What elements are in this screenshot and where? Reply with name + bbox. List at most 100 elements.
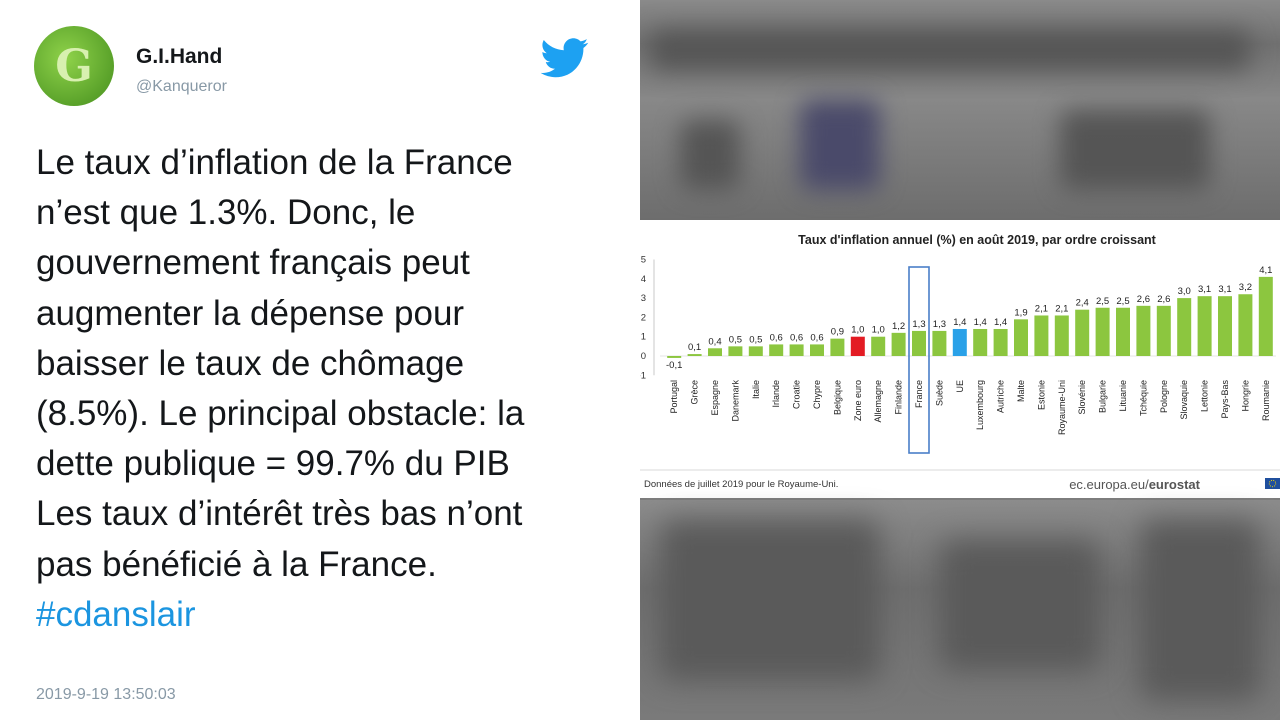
y-tick-label: 3 — [641, 293, 646, 304]
hashtag-link[interactable]: #cdanslair — [36, 590, 616, 640]
value-label: 0,6 — [810, 332, 823, 343]
tweet-line: augmenter la dépense pour — [36, 293, 465, 333]
category-label: Belgique — [832, 380, 842, 415]
highlight-box — [908, 266, 930, 454]
category-label: Pays-Bas — [1220, 380, 1230, 419]
bar-france — [912, 330, 926, 356]
y-tick-label: 4 — [641, 274, 646, 285]
tweet-line: gouvernement français peut — [36, 243, 470, 283]
value-label: 2,6 — [1137, 294, 1150, 305]
chart-title: Taux d'inflation annuel (%) en août 2019… — [798, 233, 1157, 247]
tweet-panel: G G.I.Hand @Kanqueror Le taux d’inflatio… — [0, 0, 640, 720]
category-label: Slovénie — [1077, 380, 1087, 415]
category-label: Chypre — [812, 380, 822, 409]
bar-malte — [1014, 319, 1028, 356]
blurred-background-top — [640, 0, 1280, 220]
value-label: 2,1 — [1035, 303, 1048, 314]
value-label: 1,3 — [912, 319, 925, 330]
value-label: 3,0 — [1178, 286, 1191, 297]
twitter-bird-icon[interactable] — [541, 38, 589, 78]
tweet-timestamp[interactable]: 2019-9-19 13:50:03 — [36, 686, 176, 704]
value-label: 0,6 — [770, 332, 783, 343]
value-label: 0,9 — [831, 327, 844, 338]
value-label: 1,0 — [851, 325, 864, 336]
category-label: Lettonie — [1200, 380, 1210, 412]
avatar[interactable]: G — [34, 26, 114, 106]
category-label: Irlande — [771, 380, 781, 408]
author-name[interactable]: G.I.Hand — [136, 45, 222, 69]
bar-lettonie — [1197, 296, 1212, 356]
bar-grèce — [687, 354, 702, 356]
category-label: Royaume-Uni — [1057, 380, 1067, 435]
bar-finlande — [891, 332, 906, 356]
category-label: Bulgarie — [1098, 380, 1108, 413]
bar-suède — [932, 330, 947, 356]
chart-footnote: Données de juillet 2019 pour le Royaume-… — [644, 479, 838, 490]
value-label: 1,0 — [872, 325, 885, 336]
category-label: Autriche — [996, 380, 1006, 413]
category-label: Finlande — [894, 380, 904, 415]
tweet-line: n’est que 1.3%. Donc, le — [36, 193, 416, 233]
source-brand: eurostat — [1149, 477, 1201, 492]
chart-svg: Taux d'inflation annuel (%) en août 2019… — [640, 233, 1280, 492]
category-label: Hongrie — [1240, 380, 1250, 412]
value-label: 1,4 — [974, 317, 987, 328]
bar-luxembourg — [973, 328, 988, 356]
value-label: 3,1 — [1218, 284, 1231, 295]
y-tick-label: 2 — [641, 312, 646, 323]
category-label: Allemagne — [873, 380, 883, 423]
category-label: UE — [955, 380, 965, 393]
value-label: 1,4 — [994, 317, 1007, 328]
category-label: Zone euro — [853, 380, 863, 421]
bar-italie — [748, 346, 763, 356]
media-panel[interactable]: Taux d'inflation annuel (%) en août 2019… — [640, 0, 1280, 720]
bar-belgique — [830, 338, 845, 356]
bar-hongrie — [1238, 294, 1253, 356]
category-label: Grèce — [690, 380, 700, 405]
value-label: 0,6 — [790, 332, 803, 343]
y-tick-label: 5 — [641, 255, 646, 266]
bar-ue — [952, 328, 967, 356]
category-label: Tchéquie — [1138, 380, 1148, 416]
tweet-line: pas bénéficié à la France. — [36, 544, 437, 584]
category-label: Portugal — [669, 380, 679, 414]
tweet-line: baisser le taux de chômage — [36, 343, 465, 383]
category-label: Luxembourg — [975, 380, 985, 430]
bar-lituanie — [1116, 307, 1130, 356]
bar-pays-bas — [1218, 296, 1232, 356]
bar-zone-euro — [850, 336, 865, 356]
value-label: 4,1 — [1259, 265, 1272, 276]
category-label: Malte — [1016, 380, 1026, 402]
france-highlight-box — [908, 266, 930, 454]
author-handle[interactable]: @Kanqueror — [136, 78, 227, 96]
category-label: Lituanie — [1118, 380, 1128, 412]
category-labels: Portugal Grèce Espagne Danemark Italie Irland… — [669, 380, 1271, 436]
bar-croatie — [789, 344, 804, 356]
value-label: 0,4 — [708, 336, 721, 347]
value-label: 1,4 — [953, 317, 966, 328]
value-label: 2,4 — [1076, 298, 1089, 309]
value-label: 1,9 — [1014, 307, 1027, 318]
bar-royaume-uni — [1054, 315, 1069, 356]
value-label: 2,6 — [1157, 294, 1170, 305]
inflation-chart: Taux d'inflation annuel (%) en août 2019… — [640, 220, 1280, 498]
value-label: 1,2 — [892, 321, 905, 332]
bar-roumanie — [1258, 276, 1273, 356]
source-url: ec.europa.eu/ — [1069, 477, 1149, 492]
bar-pologne — [1156, 305, 1171, 356]
category-label: Croatie — [792, 380, 802, 409]
bar-chypre — [810, 344, 824, 356]
y-tick-label: 0 — [641, 351, 646, 362]
bar-allemagne — [871, 336, 886, 356]
category-label: Suède — [934, 380, 944, 406]
value-label: 1,3 — [933, 319, 946, 330]
y-tick-label: -1 — [640, 370, 646, 381]
category-label: Roumanie — [1261, 380, 1271, 421]
category-label: Slovaquie — [1179, 380, 1189, 420]
bar-tchéquie — [1136, 305, 1151, 356]
value-label: 0,1 — [688, 342, 701, 353]
chart-source: ec.europa.eu/eurostat — [1069, 477, 1200, 492]
tweet-line: dette publique = 99.7% du PIB — [36, 444, 510, 484]
avatar-letter: G — [55, 40, 93, 92]
y-tick-label: 1 — [641, 332, 646, 343]
